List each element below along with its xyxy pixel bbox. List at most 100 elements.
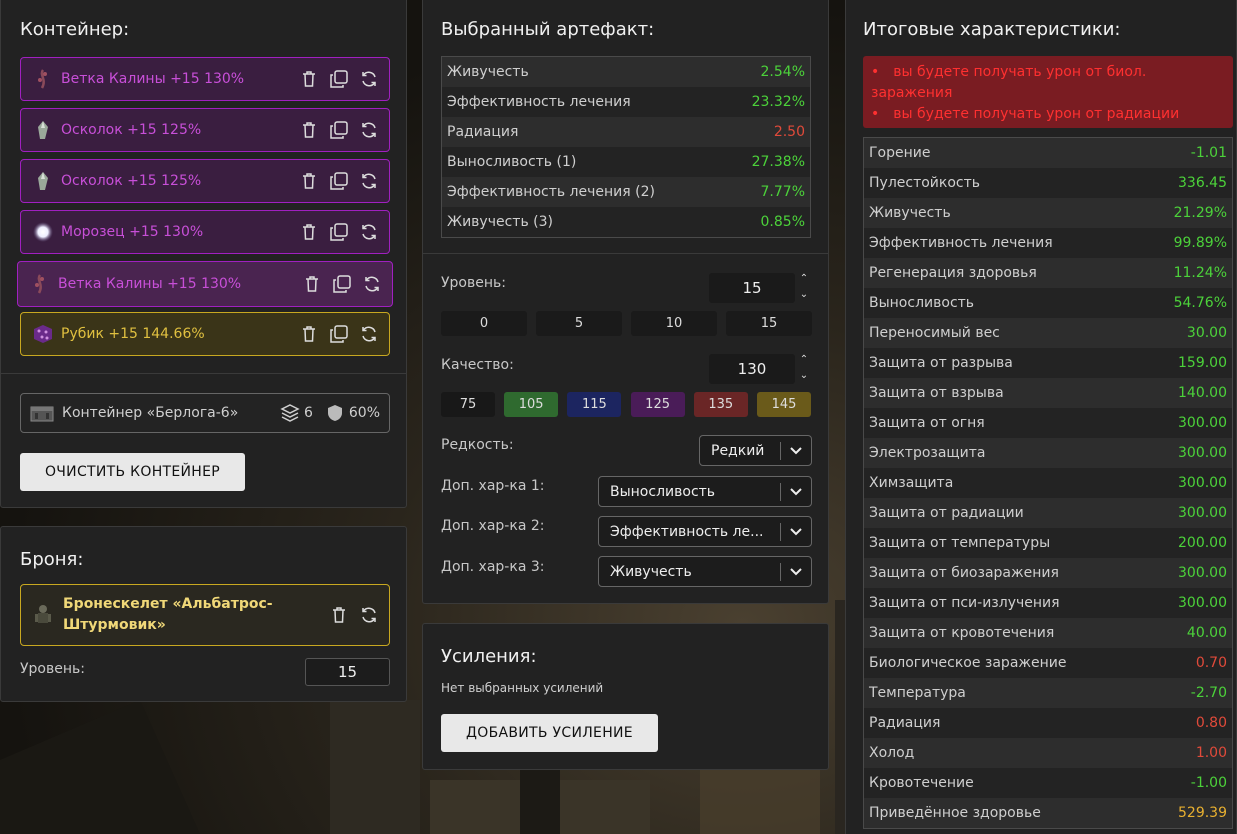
frost-orb-icon [33,222,53,242]
artifact-slot[interactable]: Рубик +15 144.66% [20,312,390,356]
artifact-slot-name: Ветка Калины +15 130% [61,71,245,87]
quality-preset-button[interactable]: 75 [441,392,495,417]
delete-icon[interactable] [299,222,319,242]
container-name: Контейнер «Берлога-6» [62,405,239,421]
copy-icon[interactable] [329,222,349,242]
copy-icon[interactable] [329,69,349,89]
extra3-label: Доп. хар-ка 3: [441,559,545,575]
level-up-icon[interactable]: ⌃ [798,273,810,285]
stat-label: Живучесть [869,205,951,221]
swap-icon[interactable] [359,69,379,89]
artifact-level-input[interactable]: 15 [709,273,795,303]
stat-label: Радиация [869,715,941,731]
stat-value: -1.00 [1190,775,1227,791]
stat-label: Защита от радиации [869,505,1024,521]
extra3-value: Живучесть [610,563,692,580]
totals-title: Итоговые характеристики: [863,19,1121,40]
totals-stats-table: Горение -1.01 Пулестойкость 336.45 Живучесть… [863,137,1233,829]
artifact-quality-input[interactable]: 130 [709,354,795,384]
stat-value: 300.00 [1178,415,1227,431]
stat-value: 30.00 [1186,325,1227,341]
stat-label: Защита от взрыва [869,385,1004,401]
stat-label: Радиация [447,124,519,140]
artifact-title: Выбранный артефакт: [441,19,655,40]
stat-value: 99.89% [1173,235,1227,251]
container-title: Контейнер: [20,19,130,40]
stat-row: Выносливость 54.76% [864,288,1232,318]
armor-level-input[interactable]: 15 [305,658,390,686]
stat-label: Переносимый вес [869,325,1000,341]
artifact-slot[interactable]: Ветка Калины +15 130% [17,261,393,307]
extra2-select[interactable]: Эффективность ле... [598,516,812,547]
extra3-select[interactable]: Живучесть [598,556,812,587]
delete-icon[interactable] [299,120,319,140]
extra1-value: Выносливость [610,483,716,500]
delete-icon[interactable] [302,274,322,294]
swap-icon[interactable] [359,324,379,344]
armor-slot[interactable]: Бронескелет «Альбатрос-Штурмовик» [20,584,390,646]
artifact-slot[interactable]: Ветка Калины +15 130% [20,57,390,101]
delete-icon[interactable] [329,605,349,625]
stat-label: Электрозащита [869,445,986,461]
stat-value: 300.00 [1178,505,1227,521]
stat-value: 27.38% [751,154,805,170]
stat-row: Радиация 0.80 [864,708,1232,738]
delete-icon[interactable] [299,69,319,89]
rarity-select[interactable]: Редкий [699,435,812,466]
artifact-slot[interactable]: Осколок +15 125% [20,159,390,203]
level-preset-button[interactable]: 10 [631,311,717,336]
quality-down-icon[interactable]: ⌄ [798,370,810,382]
quality-preset-button[interactable]: 105 [504,392,559,417]
stat-value: 140.00 [1178,385,1227,401]
stat-row: Живучесть 21.29% [864,198,1232,228]
stat-value: 200.00 [1178,535,1227,551]
stat-row: Защита от пси-излучения 300.00 [864,588,1232,618]
copy-icon[interactable] [329,324,349,344]
chevron-down-icon [781,446,811,455]
swap-icon[interactable] [362,274,382,294]
delete-icon[interactable] [299,324,319,344]
stat-value: 7.77% [760,184,805,200]
extra1-select[interactable]: Выносливость [598,476,812,507]
layers-icon [280,403,300,423]
stat-value: 2.50 [773,124,805,140]
copy-icon[interactable] [329,171,349,191]
level-down-icon[interactable]: ⌄ [798,289,810,301]
quality-preset-button[interactable]: 135 [693,392,748,417]
container-selector[interactable]: Контейнер «Берлога-6» 6 60% [20,393,390,433]
chevron-down-icon [781,527,811,536]
swap-icon[interactable] [359,171,379,191]
level-preset-button[interactable]: 0 [441,311,527,336]
quality-preset-button[interactable]: 125 [630,392,685,417]
stat-value: -2.70 [1190,685,1227,701]
stat-row: Химзащита 300.00 [864,468,1232,498]
extra2-label: Доп. хар-ка 2: [441,518,545,534]
stat-row: Температура -2.70 [864,678,1232,708]
level-preset-button[interactable]: 5 [536,311,622,336]
stat-label: Защита от температуры [869,535,1051,551]
artifact-slot[interactable]: Осколок +15 125% [20,108,390,152]
artifact-slot[interactable]: Морозец +15 130% [20,210,390,254]
swap-icon[interactable] [359,222,379,242]
swap-icon[interactable] [359,120,379,140]
copy-icon[interactable] [332,274,352,294]
stat-value: -1.01 [1190,145,1227,161]
delete-icon[interactable] [299,171,319,191]
artifact-quality-label: Качество: [441,357,514,373]
stat-label: Эффективность лечения [447,94,631,110]
quality-preset-button[interactable]: 145 [757,392,811,417]
boosts-title: Усиления: [441,646,537,667]
quality-up-icon[interactable]: ⌃ [798,354,810,366]
warning-item: • вы будете получать урон от биол. зараже… [871,62,1225,104]
stat-value: 23.32% [751,94,805,110]
stat-row: Горение -1.01 [864,138,1232,168]
stat-label: Защита от огня [869,415,985,431]
clear-container-button[interactable]: ОЧИСТИТЬ КОНТЕЙНЕР [20,453,245,491]
quality-preset-button[interactable]: 115 [567,392,622,417]
swap-icon[interactable] [359,605,379,625]
copy-icon[interactable] [329,120,349,140]
stat-label: Защита от пси-излучения [869,595,1060,611]
level-preset-button[interactable]: 15 [726,311,812,336]
add-boost-button[interactable]: ДОБАВИТЬ УСИЛЕНИЕ [441,714,658,752]
stat-value: 159.00 [1178,355,1227,371]
